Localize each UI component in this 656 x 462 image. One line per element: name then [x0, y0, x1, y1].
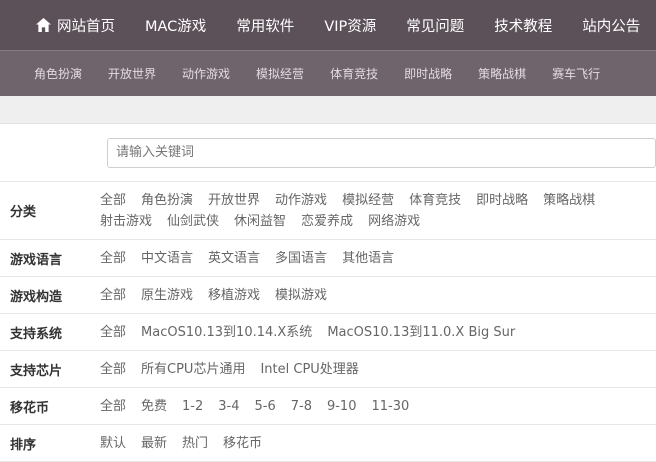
filter-options: 全部 中文语言 英文语言 多国语言 其他语言	[100, 240, 656, 276]
category-subnav: 角色扮演 开放世界 动作游戏 模拟经营 体育竞技 即时战略 策略战棋 赛车飞行	[0, 50, 656, 96]
filter-option[interactable]: 所有CPU芯片通用	[141, 359, 245, 380]
nav-item-tutorials[interactable]: 技术教程	[494, 15, 552, 36]
filter-option[interactable]: 模拟游戏	[275, 285, 327, 306]
subnav-item-strategy[interactable]: 策略战棋	[478, 65, 526, 82]
filter-options: 全部 MacOS10.13到10.14.X系统 MacOS10.13到11.0.…	[100, 314, 656, 350]
filter-label: 排序	[10, 437, 37, 453]
filter-option[interactable]: 中文语言	[141, 248, 193, 269]
filter-label: 支持系统	[10, 326, 63, 342]
filter-label: 分类	[10, 205, 37, 220]
filter-option[interactable]: 原生游戏	[141, 285, 193, 306]
filter-option[interactable]: 体育竞技	[409, 190, 461, 211]
filter-option[interactable]: 网络游戏	[368, 211, 420, 232]
filter-row-coins: 移花币 全部 免费 1-2 3-4 5-6 7-8 9-10 11-30	[0, 388, 656, 425]
filter-option[interactable]: 策略战棋	[543, 190, 595, 211]
filter-option[interactable]: 射击游戏	[100, 211, 152, 232]
filter-option[interactable]: 1-2	[182, 396, 203, 417]
filter-options: 全部 原生游戏 移植游戏 模拟游戏	[100, 277, 656, 313]
filter-row-language: 游戏语言 全部 中文语言 英文语言 多国语言 其他语言	[0, 240, 656, 277]
search-input[interactable]	[107, 137, 656, 168]
search-row	[0, 124, 656, 182]
filter-option[interactable]: 全部	[100, 190, 126, 211]
filter-option[interactable]: 全部	[100, 285, 126, 306]
filter-option[interactable]: 恋爱养成	[301, 211, 353, 232]
filter-label: 游戏语言	[10, 252, 63, 268]
filter-label: 游戏构造	[10, 289, 63, 305]
filter-option[interactable]: 移花币	[223, 433, 262, 454]
filter-row-chip: 支持芯片 全部 所有CPU芯片通用 Intel CPU处理器	[0, 351, 656, 388]
filter-option[interactable]: Intel CPU处理器	[260, 359, 358, 380]
subnav-item-sports[interactable]: 体育竞技	[330, 65, 378, 82]
filter-option[interactable]: 仙剑武侠	[167, 211, 219, 232]
nav-item-common-software[interactable]: 常用软件	[236, 15, 294, 36]
nav-item-home[interactable]: 网站首页	[36, 15, 115, 36]
nav-item-vip-resources[interactable]: VIP资源	[324, 15, 376, 36]
filter-label: 支持芯片	[10, 363, 63, 379]
subnav-item-racing[interactable]: 赛车飞行	[552, 65, 600, 82]
filter-row-category: 分类 全部 角色扮演 开放世界 动作游戏 模拟经营 体育竞技 即时战略 策略战棋…	[0, 182, 656, 240]
filter-option[interactable]: 角色扮演	[141, 190, 193, 211]
filter-option[interactable]: MacOS10.13到10.14.X系统	[141, 322, 312, 343]
subnav-item-open-world[interactable]: 开放世界	[108, 65, 156, 82]
filter-option[interactable]: 3-4	[218, 396, 239, 417]
filter-option[interactable]: 动作游戏	[275, 190, 327, 211]
filter-label: 移花币	[10, 400, 50, 416]
filter-option[interactable]: 其他语言	[342, 248, 394, 269]
filter-option[interactable]: 全部	[100, 396, 126, 417]
spacer-band	[0, 96, 656, 124]
top-navigation: 网站首页 MAC游戏 常用软件 VIP资源 常见问题 技术教程 站内公告	[0, 0, 656, 50]
subnav-item-rpg[interactable]: 角色扮演	[34, 65, 82, 82]
filter-option[interactable]: 即时战略	[476, 190, 528, 211]
filter-option[interactable]: 英文语言	[208, 248, 260, 269]
filter-option[interactable]: 免费	[141, 396, 167, 417]
filter-option[interactable]: 9-10	[327, 396, 357, 417]
filter-option[interactable]: 休闲益智	[234, 211, 286, 232]
home-icon	[36, 18, 51, 32]
subnav-item-action[interactable]: 动作游戏	[182, 65, 230, 82]
filter-option[interactable]: 全部	[100, 248, 126, 269]
filter-row-build: 游戏构造 全部 原生游戏 移植游戏 模拟游戏	[0, 277, 656, 314]
nav-item-mac-games[interactable]: MAC游戏	[145, 15, 206, 36]
filter-row-sort: 排序 默认 最新 热门 移花币	[0, 425, 656, 462]
filter-option[interactable]: 默认	[100, 433, 126, 454]
filter-option[interactable]: 开放世界	[208, 190, 260, 211]
nav-item-announcements[interactable]: 站内公告	[582, 15, 640, 36]
filter-option[interactable]: 全部	[100, 322, 126, 343]
filter-option[interactable]: 7-8	[291, 396, 312, 417]
filter-options: 全部 免费 1-2 3-4 5-6 7-8 9-10 11-30	[100, 388, 656, 424]
filter-option[interactable]: 热门	[182, 433, 208, 454]
filter-option[interactable]: 全部	[100, 359, 126, 380]
filter-option[interactable]: 模拟经营	[342, 190, 394, 211]
filter-option[interactable]: 多国语言	[275, 248, 327, 269]
filter-option[interactable]: 最新	[141, 433, 167, 454]
filter-option[interactable]: 11-30	[371, 396, 409, 417]
filter-row-system: 支持系统 全部 MacOS10.13到10.14.X系统 MacOS10.13到…	[0, 314, 656, 351]
filter-options: 默认 最新 热门 移花币	[100, 425, 656, 461]
filter-option[interactable]: MacOS10.13到11.0.X Big Sur	[327, 322, 515, 343]
nav-item-faq[interactable]: 常见问题	[406, 15, 464, 36]
subnav-item-simulation[interactable]: 模拟经营	[256, 65, 304, 82]
filter-options: 全部 所有CPU芯片通用 Intel CPU处理器	[100, 351, 656, 387]
nav-item-home-label: 网站首页	[57, 18, 115, 35]
filter-option[interactable]: 移植游戏	[208, 285, 260, 306]
subnav-item-rts[interactable]: 即时战略	[404, 65, 452, 82]
filter-options: 全部 角色扮演 开放世界 动作游戏 模拟经营 体育竞技 即时战略 策略战棋 射击…	[100, 182, 656, 239]
filter-option[interactable]: 5-6	[255, 396, 276, 417]
